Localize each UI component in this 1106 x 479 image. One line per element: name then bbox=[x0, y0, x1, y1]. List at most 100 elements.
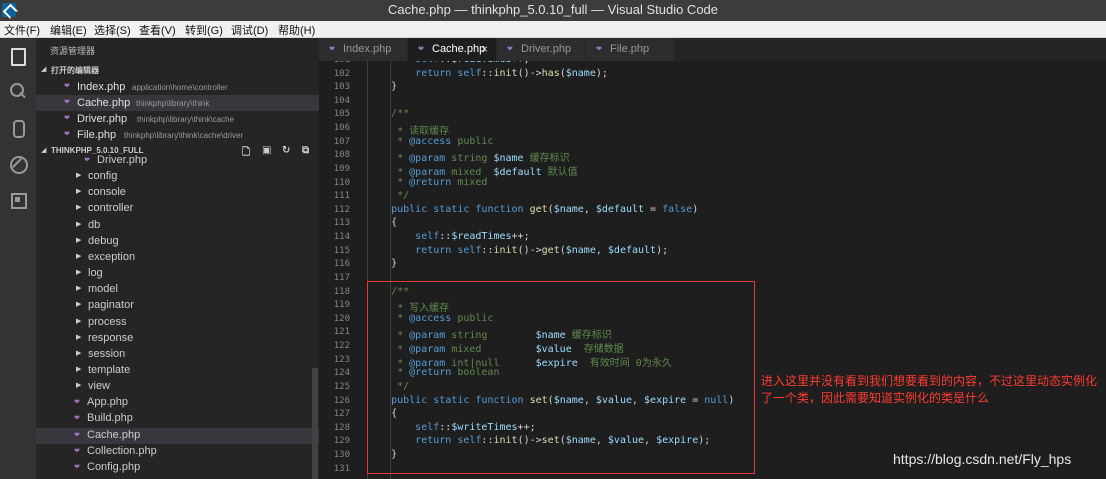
close-icon[interactable]: × bbox=[481, 42, 488, 56]
php-file-icon: ❤ bbox=[64, 131, 70, 138]
line-number: 112 bbox=[333, 204, 350, 215]
tree-file[interactable]: ❤ Build.php bbox=[36, 411, 319, 427]
tree-item-label: controller bbox=[88, 202, 134, 215]
code-line: 122 * @param mixed $value 存储数据 bbox=[319, 339, 1106, 355]
code-text: self::$writeTimes++; bbox=[415, 421, 536, 433]
code-text: */ bbox=[367, 190, 410, 202]
open-editor-item[interactable]: ❤ Cache.php thinkphp\library\think bbox=[36, 95, 319, 111]
tree-file[interactable]: ❤ Driver.php bbox=[36, 153, 319, 169]
code-text: */ bbox=[367, 380, 410, 392]
tree-file[interactable]: ❤ Collection.php bbox=[36, 444, 319, 460]
php-file-icon: ❤ bbox=[418, 46, 424, 53]
chevron-right-icon: ▶ bbox=[76, 220, 82, 228]
line-number: 106 bbox=[333, 123, 350, 134]
tree-folder[interactable]: ▶ paginator bbox=[36, 298, 319, 314]
tree-item-label: App.php bbox=[87, 396, 128, 409]
tree-folder[interactable]: ▶ template bbox=[36, 363, 319, 379]
tree-folder[interactable]: ▶ session bbox=[36, 347, 319, 363]
php-file-icon: ❤ bbox=[74, 399, 80, 407]
tree-file[interactable]: ❤ App.php bbox=[36, 395, 319, 411]
menu-edit[interactable]: 编辑(E) bbox=[50, 22, 87, 38]
chevron-right-icon: ▶ bbox=[76, 349, 82, 357]
code-line: 111 */ bbox=[319, 189, 1106, 203]
php-file-icon: ❤ bbox=[74, 415, 80, 423]
line-number: 111 bbox=[333, 191, 350, 202]
menu-bar: 文件(F) 编辑(E) 选择(S) 查看(V) 转到(G) 调试(D) 帮助(H… bbox=[0, 21, 1106, 38]
php-file-icon: ❤ bbox=[64, 99, 70, 106]
line-number: 114 bbox=[333, 232, 350, 243]
open-editor-item[interactable]: ❤ Driver.php thinkphp\library\think\cach… bbox=[36, 111, 319, 127]
php-file-icon: ❤ bbox=[596, 46, 602, 53]
code-text: return self::init()->set($name, $value, … bbox=[415, 435, 711, 447]
code-line: 102 return self::init()->has($name); bbox=[319, 67, 1106, 81]
line-number: 101 bbox=[319, 61, 350, 65]
explorer-sidebar: 资源管理器 ◢ 打开的编辑器 ❤ Index.php application\h… bbox=[36, 38, 319, 479]
code-line: 119 * 写入缓存 bbox=[319, 298, 1106, 314]
line-number: 130 bbox=[333, 449, 350, 460]
explorer-title: 资源管理器 bbox=[50, 46, 96, 56]
code-line: 109 * @param mixed $default 默认值 bbox=[319, 162, 1106, 178]
menu-help[interactable]: 帮助(H) bbox=[278, 22, 315, 38]
tree-folder[interactable]: ▶ config bbox=[36, 169, 319, 185]
tree-item-label: Cache.php bbox=[87, 428, 141, 441]
explorer-icon[interactable] bbox=[8, 46, 28, 66]
tree-folder[interactable]: ▶ db bbox=[36, 218, 319, 234]
php-file-icon: ❤ bbox=[64, 83, 70, 90]
tree-item-label: process bbox=[88, 315, 127, 328]
php-file-icon: ❤ bbox=[64, 115, 70, 122]
tree-item-label: model bbox=[88, 283, 118, 296]
menu-selection[interactable]: 选择(S) bbox=[94, 22, 131, 38]
tree-folder[interactable]: ▶ response bbox=[36, 331, 319, 347]
chevron-down-icon: ◢ bbox=[41, 66, 47, 73]
watermark: https://blog.csdn.net/Fly_hps bbox=[893, 451, 1072, 467]
tab-file-php[interactable]: ❤ File.php bbox=[586, 38, 674, 61]
tree-folder[interactable]: ▶ model bbox=[36, 282, 319, 298]
code-line: 104 bbox=[319, 94, 1106, 108]
tree-folder[interactable]: ▶ process bbox=[36, 315, 319, 331]
chevron-right-icon: ▶ bbox=[76, 317, 82, 325]
menu-debug[interactable]: 调试(D) bbox=[231, 22, 268, 38]
chevron-right-icon: ▶ bbox=[76, 172, 82, 180]
line-number: 131 bbox=[333, 463, 350, 474]
title-bar: Cache.php — thinkphp_5.0.10_full — Visua… bbox=[0, 0, 1106, 21]
chevron-right-icon: ▶ bbox=[76, 204, 82, 212]
open-editors-header[interactable]: ◢ 打开的编辑器 bbox=[36, 63, 319, 77]
annotation-text: 进入这里并没有看到我们想要看到的内容，不过这里动态实例化了一个类，因此需要知道实… bbox=[761, 374, 1098, 405]
code-line: 114 self::$readTimes++; bbox=[319, 230, 1106, 244]
tree-folder[interactable]: ▶ exception bbox=[36, 250, 319, 266]
tree-folder[interactable]: ▶ console bbox=[36, 185, 319, 201]
source-control-icon[interactable] bbox=[8, 118, 28, 138]
search-icon[interactable] bbox=[8, 82, 28, 102]
tree-folder[interactable]: ▶ controller bbox=[36, 201, 319, 217]
php-file-icon: ❤ bbox=[74, 431, 80, 439]
open-editor-item[interactable]: ❤ Index.php application\home\controller bbox=[36, 79, 319, 95]
menu-file[interactable]: 文件(F) bbox=[4, 22, 40, 38]
tab-index-php[interactable]: ❤ Index.php bbox=[319, 38, 407, 61]
tree-folder[interactable]: ▶ log bbox=[36, 266, 319, 282]
line-number: 102 bbox=[333, 68, 350, 79]
tree-file[interactable]: ❤ Cache.php bbox=[36, 427, 319, 444]
code-text: * @access public bbox=[367, 135, 494, 147]
tab-driver-php[interactable]: ❤ Driver.php bbox=[497, 38, 585, 61]
tree-folder[interactable]: ▶ view bbox=[36, 379, 319, 395]
tree-folder[interactable]: ▶ debug bbox=[36, 234, 319, 250]
tree-item-label: response bbox=[88, 331, 134, 344]
code-editor[interactable]: 101 self::$readTimes++;102 return self::… bbox=[319, 61, 1106, 479]
sidebar-scrollbar[interactable] bbox=[312, 368, 318, 479]
line-number: 120 bbox=[333, 313, 350, 324]
code-line: 115 return self::init()->get($name, $def… bbox=[319, 244, 1106, 258]
tab-cache-php[interactable]: ❤ Cache.php × bbox=[408, 38, 496, 61]
php-file-icon: ❤ bbox=[74, 447, 80, 455]
code-text: } bbox=[367, 448, 398, 460]
code-text: public static function get($name, $defau… bbox=[391, 203, 699, 215]
code-line: 112 public static function get($name, $d… bbox=[319, 203, 1106, 217]
tree-item-label: debug bbox=[88, 234, 119, 247]
menu-view[interactable]: 查看(V) bbox=[139, 22, 176, 38]
extensions-icon[interactable] bbox=[8, 190, 28, 210]
tree-file[interactable]: ❤ Config.php bbox=[36, 460, 319, 476]
debug-icon[interactable] bbox=[8, 154, 28, 174]
tree-item-label: console bbox=[88, 186, 126, 199]
code-text: * @return mixed bbox=[367, 176, 488, 188]
menu-goto[interactable]: 转到(G) bbox=[185, 22, 223, 38]
open-editor-item[interactable]: ❤ File.php thinkphp\library\think\cache\… bbox=[36, 127, 319, 143]
